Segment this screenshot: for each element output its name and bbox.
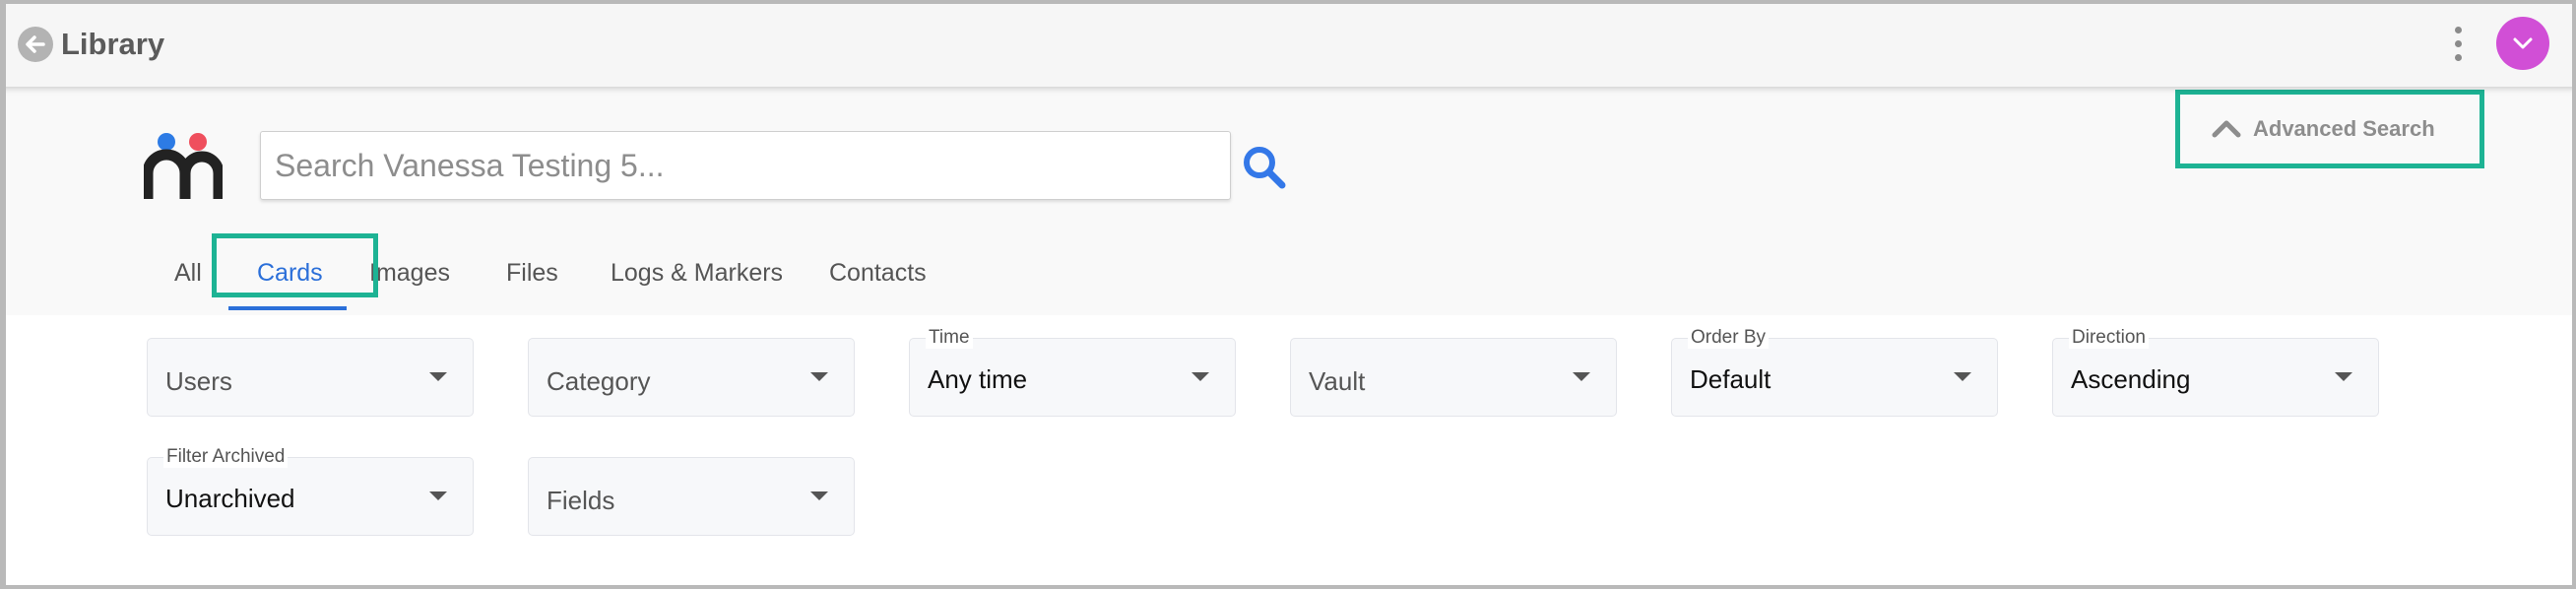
top-bar: Library (0, 0, 2576, 87)
advanced-search-label: Advanced Search (2253, 116, 2435, 141)
arrow-left-icon (26, 35, 45, 53)
search-input[interactable] (260, 131, 1231, 200)
order-by-select[interactable]: Order By Default (1671, 327, 1998, 417)
tab-logs-markers[interactable]: Logs & Markers (611, 258, 783, 288)
active-tab-indicator (228, 306, 347, 310)
app-logo (144, 133, 223, 199)
page-title: Library (61, 27, 165, 61)
advanced-search-button[interactable]: Advanced Search (2175, 90, 2484, 168)
chevron-up-icon (2212, 120, 2241, 138)
dropdown-arrow-icon (1573, 372, 1590, 381)
dropdown-arrow-icon (1954, 372, 1971, 381)
order-by-select-label: Order By (1688, 327, 1770, 349)
direction-select[interactable]: Direction Ascending (2052, 327, 2379, 417)
tab-images[interactable]: Images (369, 258, 450, 288)
category-select-value: Category (547, 366, 651, 396)
dropdown-arrow-icon (1191, 372, 1209, 381)
order-by-select-value: Default (1690, 364, 1771, 394)
time-select-value: Any time (928, 364, 1028, 394)
fields-select[interactable]: Fields (528, 457, 855, 536)
back-button[interactable] (18, 27, 53, 62)
avatar[interactable] (2496, 17, 2549, 70)
tab-all[interactable]: All (174, 258, 202, 288)
direction-select-label: Direction (2069, 327, 2149, 349)
users-select-value: Users (165, 366, 232, 396)
filter-archived-select-value: Unarchived (165, 484, 295, 513)
filter-archived-select-label: Filter Archived (163, 446, 289, 468)
dropdown-arrow-icon (810, 372, 828, 381)
cards-tab-highlight (212, 233, 378, 297)
category-select[interactable]: Category (528, 338, 855, 417)
tab-contacts[interactable]: Contacts (829, 258, 927, 288)
dropdown-arrow-icon (2335, 372, 2352, 381)
chevron-down-icon (2513, 37, 2533, 49)
tab-files[interactable]: Files (506, 258, 558, 288)
users-select[interactable]: Users (147, 338, 474, 417)
search-icon[interactable] (1240, 143, 1287, 190)
direction-select-value: Ascending (2071, 364, 2191, 394)
dropdown-arrow-icon (429, 372, 447, 381)
dropdown-arrow-icon (810, 491, 828, 500)
time-select-label: Time (926, 327, 973, 349)
filter-archived-select[interactable]: Filter Archived Unarchived (147, 446, 474, 536)
fields-select-value: Fields (547, 486, 615, 515)
vault-select[interactable]: Vault (1290, 338, 1617, 417)
more-vertical-icon[interactable] (2452, 26, 2466, 63)
dropdown-arrow-icon (429, 491, 447, 500)
vault-select-value: Vault (1309, 366, 1366, 396)
time-select[interactable]: Time Any time (909, 327, 1236, 417)
